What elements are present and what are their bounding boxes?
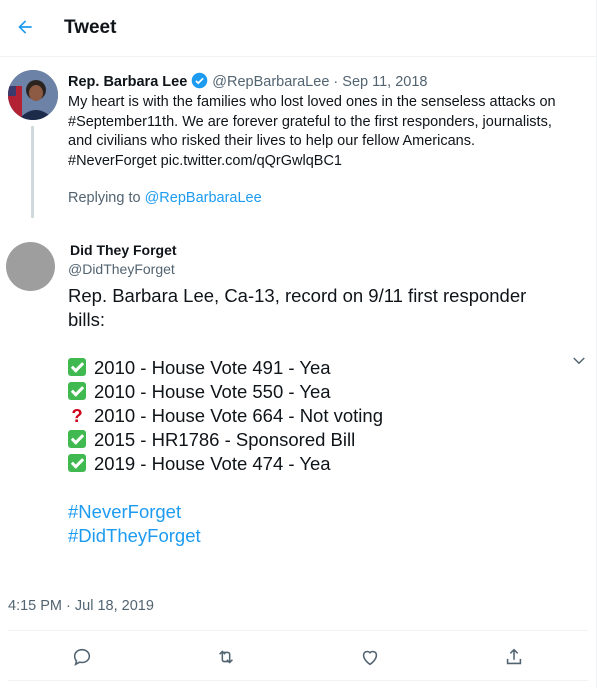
- record-item: 2015 - HR1786 - Sponsored Bill: [68, 428, 568, 452]
- tweet-author-row: Rep. Barbara Lee @RepBarbaraLee · Sep 11,…: [68, 72, 428, 93]
- share-button[interactable]: [502, 645, 526, 669]
- replying-to: Replying to @RepBarbaraLee: [68, 190, 262, 206]
- more-options-button[interactable]: [570, 352, 588, 370]
- record-item: 2010 - House Vote 491 - Yea: [68, 356, 568, 380]
- avatar[interactable]: [6, 242, 55, 291]
- author-handle[interactable]: @DidTheyForget: [68, 261, 175, 277]
- tweet-text-line: bills:: [68, 309, 106, 330]
- tweet-text-line: My heart is with the families who lost l…: [68, 94, 556, 110]
- record-item: 2019 - House Vote 474 - Yea: [68, 452, 568, 476]
- chevron-down-icon: [573, 357, 585, 365]
- tweet-text-line: #September11th. We are forever grateful …: [68, 113, 552, 130]
- hashtag-link[interactable]: #DidTheyForget: [68, 524, 568, 548]
- record-text: 2010 - House Vote 550 - Yea: [94, 381, 331, 402]
- record-item: 2010 - House Vote 550 - Yea: [68, 380, 568, 404]
- record-item: ? 2010 - House Vote 664 - Not voting: [68, 404, 568, 428]
- avatar-photo-icon: [8, 70, 58, 120]
- replying-handle-link[interactable]: @RepBarbaraLee: [145, 190, 262, 206]
- question-mark-icon: ?: [71, 405, 83, 426]
- author-name[interactable]: Did They Forget: [70, 242, 177, 258]
- tweet-text-line: and civilians who risked their lives to …: [68, 133, 475, 149]
- main-tweet-text: Rep. Barbara Lee, Ca-13, record on 9/11 …: [68, 284, 568, 548]
- tweet-actions: [0, 640, 597, 676]
- author-handle[interactable]: @RepBarbaraLee: [212, 74, 329, 90]
- verified-badge-icon: [191, 72, 208, 93]
- hashtag-link[interactable]: #NeverForget: [68, 500, 568, 524]
- retweet-button[interactable]: [214, 645, 238, 669]
- like-icon: [362, 650, 378, 666]
- page-title: Tweet: [64, 17, 117, 38]
- tweet-date[interactable]: Sep 11, 2018: [342, 74, 427, 90]
- retweet-icon: [219, 650, 233, 664]
- avatar[interactable]: [8, 70, 58, 120]
- check-mark-icon: [68, 382, 86, 400]
- author-name[interactable]: Rep. Barbara Lee: [68, 74, 187, 90]
- record-text: 2015 - HR1786 - Sponsored Bill: [94, 429, 356, 450]
- check-mark-icon: [68, 430, 86, 448]
- divider: [8, 630, 588, 631]
- back-button[interactable]: [12, 14, 38, 40]
- share-icon: [506, 648, 522, 665]
- replying-label: Replying to: [68, 190, 141, 206]
- record-text: 2010 - House Vote 664 - Not voting: [94, 405, 383, 426]
- tweet-text-line: #NeverForget pic.twitter.com/qQrGwlqBC1: [68, 152, 342, 169]
- check-mark-icon: [68, 358, 86, 376]
- thread-line: [31, 126, 34, 218]
- tweet-text-line: Rep. Barbara Lee, Ca-13, record on 9/11 …: [68, 285, 527, 306]
- divider: [8, 680, 588, 681]
- reply-icon: [73, 648, 91, 666]
- reply-button[interactable]: [70, 645, 94, 669]
- like-button[interactable]: [358, 645, 382, 669]
- tweet-header: Tweet: [0, 0, 597, 57]
- arrow-left-icon: [18, 20, 32, 34]
- tweet-timestamp[interactable]: 4:15 PM · Jul 18, 2019: [8, 598, 154, 614]
- check-mark-icon: [68, 454, 86, 472]
- record-text: 2010 - House Vote 491 - Yea: [94, 357, 331, 378]
- record-text: 2019 - House Vote 474 - Yea: [94, 453, 331, 474]
- tweet-text: My heart is with the families who lost l…: [68, 93, 588, 171]
